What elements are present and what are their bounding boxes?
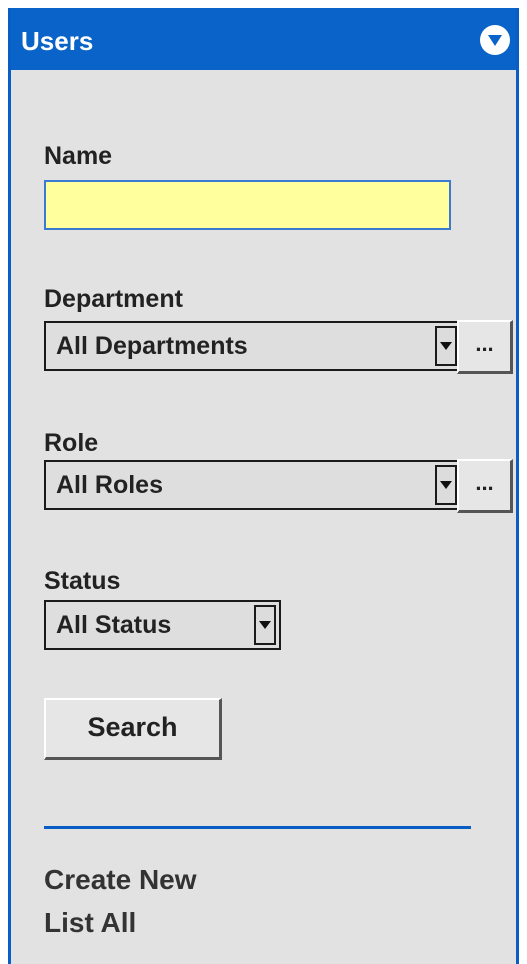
status-dropdown-arrow-icon[interactable] (254, 605, 276, 645)
department-browse-button[interactable]: ... (457, 320, 513, 374)
name-input[interactable] (44, 180, 451, 230)
status-select[interactable]: All Status (44, 600, 281, 650)
list-all-link[interactable]: List All (44, 907, 136, 939)
role-label: Role (44, 429, 99, 457)
name-label: Name (44, 142, 113, 170)
role-browse-button[interactable]: ... (457, 459, 513, 513)
status-selected-value: All Status (56, 611, 172, 639)
search-button[interactable]: Search (44, 698, 222, 760)
department-selected-value: All Departments (56, 332, 248, 360)
department-select[interactable]: All Departments (44, 321, 462, 371)
department-dropdown-arrow-icon[interactable] (435, 326, 457, 366)
users-panel: Users Name Department All Departments ..… (8, 8, 519, 964)
status-label: Status (44, 567, 121, 595)
panel-title: Users (21, 26, 94, 56)
role-select[interactable]: All Roles (44, 460, 462, 510)
divider (44, 826, 471, 829)
create-new-link[interactable]: Create New (44, 864, 197, 896)
chevron-down-circle-icon[interactable] (480, 25, 510, 55)
role-selected-value: All Roles (56, 471, 163, 499)
role-dropdown-arrow-icon[interactable] (435, 465, 457, 505)
panel-header: Users (11, 8, 516, 70)
department-label: Department (44, 285, 183, 313)
